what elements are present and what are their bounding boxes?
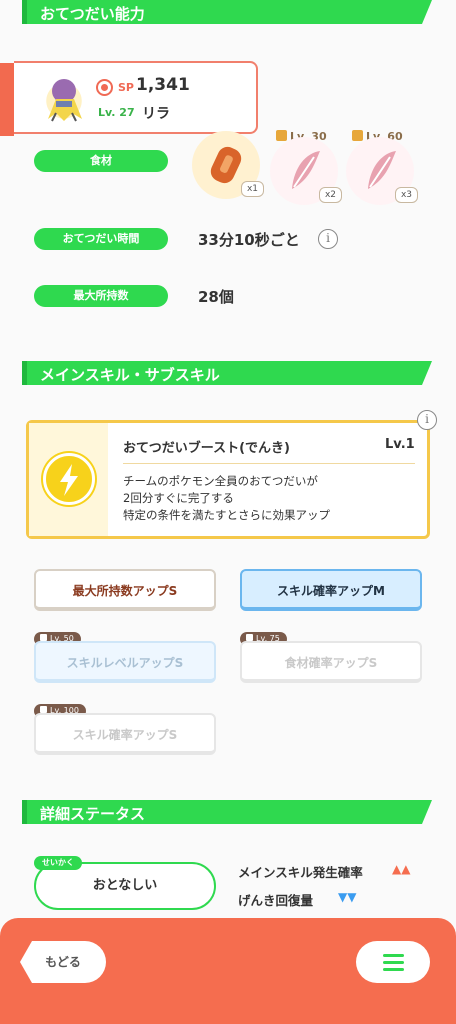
lock-icon: [40, 634, 47, 641]
help-time-label: おてつだい時間: [34, 228, 168, 250]
subskill-2[interactable]: スキル確率アップM: [240, 569, 422, 611]
ingredient-slot-1[interactable]: x1: [192, 131, 264, 199]
help-time-value: 33分10秒ごと: [198, 231, 300, 249]
subskill-4[interactable]: 食材確率アップS: [240, 641, 422, 683]
pokemon-level: Lv. 27: [98, 106, 135, 119]
leaf-icon: [368, 151, 396, 189]
menu-icon: [383, 954, 404, 957]
pokemon-nickname: リラ: [142, 106, 170, 122]
info-icon[interactable]: i: [318, 229, 338, 249]
ingredient-count: x1: [240, 181, 264, 197]
info-icon[interactable]: i: [417, 410, 437, 430]
menu-button[interactable]: [356, 941, 430, 983]
ingredients-label: 食材: [34, 150, 168, 172]
nature-tag: せいかく: [34, 856, 82, 870]
lock-icon: [40, 706, 47, 713]
card-accent-bar: [0, 63, 14, 136]
section-title: 詳細ステータス: [40, 805, 146, 823]
pokemon-avatar: [34, 69, 94, 127]
pokemon-card[interactable]: SP 1,341 Lv. 27 リラ: [0, 61, 258, 136]
ingredient-slot-3[interactable]: x3: [346, 137, 418, 205]
main-skill-name: おてつだいブースト(でんき): [123, 441, 290, 456]
subskill-3[interactable]: スキルレベルアップS: [34, 641, 216, 683]
leaf-icon: [292, 151, 320, 189]
lock-icon: [276, 130, 287, 141]
max-carry-value: 28個: [198, 288, 234, 306]
down-arrows-icon: ▼▼: [338, 890, 357, 904]
subskill-5[interactable]: スキル確率アップS: [34, 713, 216, 755]
ingredient-count: x3: [394, 187, 418, 203]
max-carry-label: 最大所持数: [34, 285, 168, 307]
main-skill-card[interactable]: おてつだいブースト(でんき) Lv.1 チームのポケモン全員のおてつだいが 2回…: [26, 420, 430, 539]
stat-up-label: メインスキル発生確率: [238, 865, 363, 880]
divider: [123, 463, 415, 464]
stat-down-label: げんき回復量: [238, 893, 314, 908]
lock-icon: [352, 130, 363, 141]
ingredient-slot-2[interactable]: x2: [270, 137, 342, 205]
main-skill-desc-3: 特定の条件を満たすとさらに効果アップ: [123, 508, 330, 522]
sp-icon: [96, 79, 113, 96]
skill-icon-panel: [29, 423, 108, 536]
up-arrows-icon: ▲▲: [392, 862, 411, 876]
section-title: おてつだい能力: [40, 5, 145, 23]
section-header-details: 詳細ステータス: [22, 800, 432, 824]
main-skill-desc-2: 2回分すぐに完了する: [123, 491, 234, 505]
lock-icon: [246, 634, 253, 641]
main-skill-desc-1: チームのポケモン全員のおてつだいが: [123, 474, 318, 488]
sp-value: 1,341: [136, 75, 190, 95]
ingredient-count: x2: [318, 187, 342, 203]
back-button[interactable]: もどる: [20, 941, 106, 983]
bean-icon: [210, 146, 242, 184]
main-skill-level: Lv.1: [385, 437, 415, 452]
lightning-icon: [43, 453, 95, 505]
section-header-skills: メインスキル・サブスキル: [22, 361, 432, 385]
section-header-help: おてつだい能力: [22, 0, 432, 24]
section-title: メインスキル・サブスキル: [40, 366, 220, 384]
sp-label: SP: [118, 81, 134, 94]
subskill-1[interactable]: 最大所持数アップS: [34, 569, 216, 611]
